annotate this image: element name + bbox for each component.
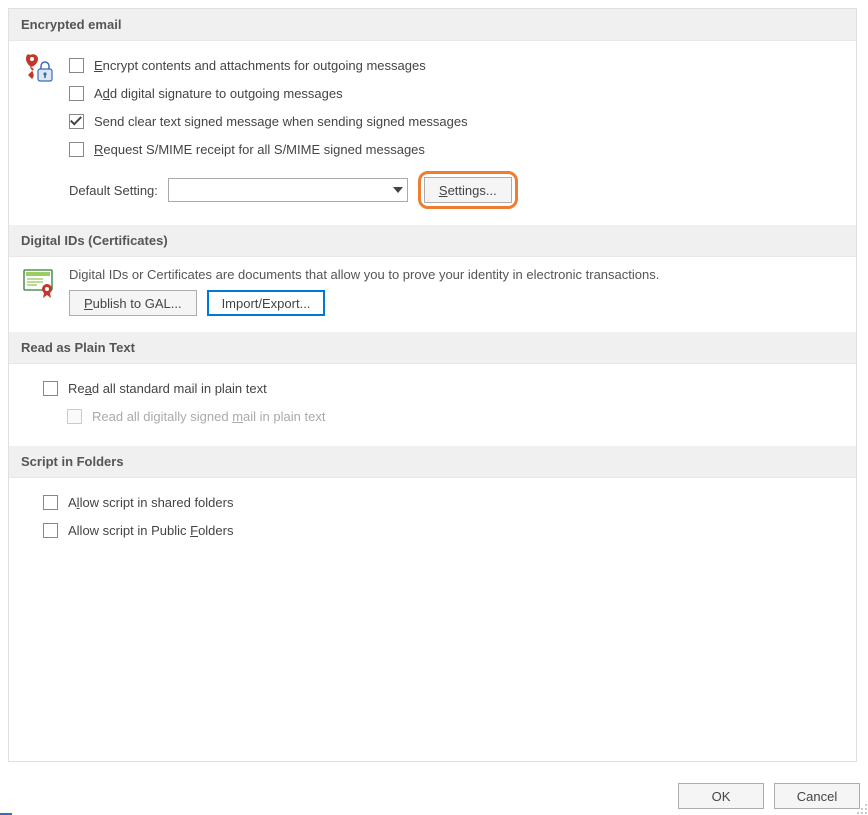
checkbox-icon [43, 495, 58, 510]
checkbox-icon [69, 142, 84, 157]
checkbox-add-signature[interactable]: Add digital signature to outgoing messag… [69, 79, 842, 107]
ok-button[interactable]: OK [678, 783, 764, 809]
default-setting-combo[interactable] [168, 178, 408, 202]
checkbox-script-shared[interactable]: Allow script in shared folders [43, 488, 842, 516]
section-header-encrypted: Encrypted email [9, 9, 856, 41]
checkbox-read-signed-plain: Read all digitally signed mail in plain … [67, 402, 842, 430]
checkbox-icon [69, 86, 84, 101]
section-header-digital-ids: Digital IDs (Certificates) [9, 225, 856, 257]
checkbox-label: Read all digitally signed mail in plain … [92, 409, 325, 424]
content-panel: Encrypted email Encrypt contents and att… [8, 8, 857, 762]
checkbox-send-clear-text[interactable]: Send clear text signed message when send… [69, 107, 842, 135]
section-header-script: Script in Folders [9, 446, 856, 478]
checkbox-icon [67, 409, 82, 424]
resize-grip-icon[interactable] [854, 801, 868, 815]
checkbox-script-public[interactable]: Allow script in Public Folders [43, 516, 842, 544]
checkbox-label: Read all standard mail in plain text [68, 381, 267, 396]
import-export-button[interactable]: Import/Export... [207, 290, 326, 316]
cancel-button[interactable]: Cancel [774, 783, 860, 809]
dialog-window: Encrypted email Encrypt contents and att… [0, 0, 868, 815]
dialog-footer: OK Cancel [678, 783, 860, 809]
settings-highlight: Settings... [418, 171, 518, 209]
ribbon-lock-icon [23, 51, 55, 87]
checkbox-icon [69, 58, 84, 73]
checkbox-icon [43, 523, 58, 538]
publish-to-gal-button[interactable]: Publish to GAL... [69, 290, 197, 316]
default-setting-label: Default Setting: [69, 183, 158, 198]
checkbox-icon [69, 114, 84, 129]
checkbox-label: Request S/MIME receipt for all S/MIME si… [94, 142, 425, 157]
checkbox-request-smime[interactable]: Request S/MIME receipt for all S/MIME si… [69, 135, 842, 163]
chevron-down-icon [393, 187, 403, 193]
settings-button[interactable]: Settings... [424, 177, 512, 203]
checkbox-label: Send clear text signed message when send… [94, 114, 468, 129]
section-header-plain-text: Read as Plain Text [9, 332, 856, 364]
checkbox-icon [43, 381, 58, 396]
checkbox-label: Allow script in shared folders [68, 495, 233, 510]
checkbox-label: Encrypt contents and attachments for out… [94, 58, 426, 73]
checkbox-label: Add digital signature to outgoing messag… [94, 86, 343, 101]
certificate-icon [23, 267, 55, 299]
checkbox-encrypt-contents[interactable]: Encrypt contents and attachments for out… [69, 51, 842, 79]
checkbox-read-plain[interactable]: Read all standard mail in plain text [43, 374, 842, 402]
digital-ids-description: Digital IDs or Certificates are document… [69, 267, 842, 282]
checkbox-label: Allow script in Public Folders [68, 523, 233, 538]
